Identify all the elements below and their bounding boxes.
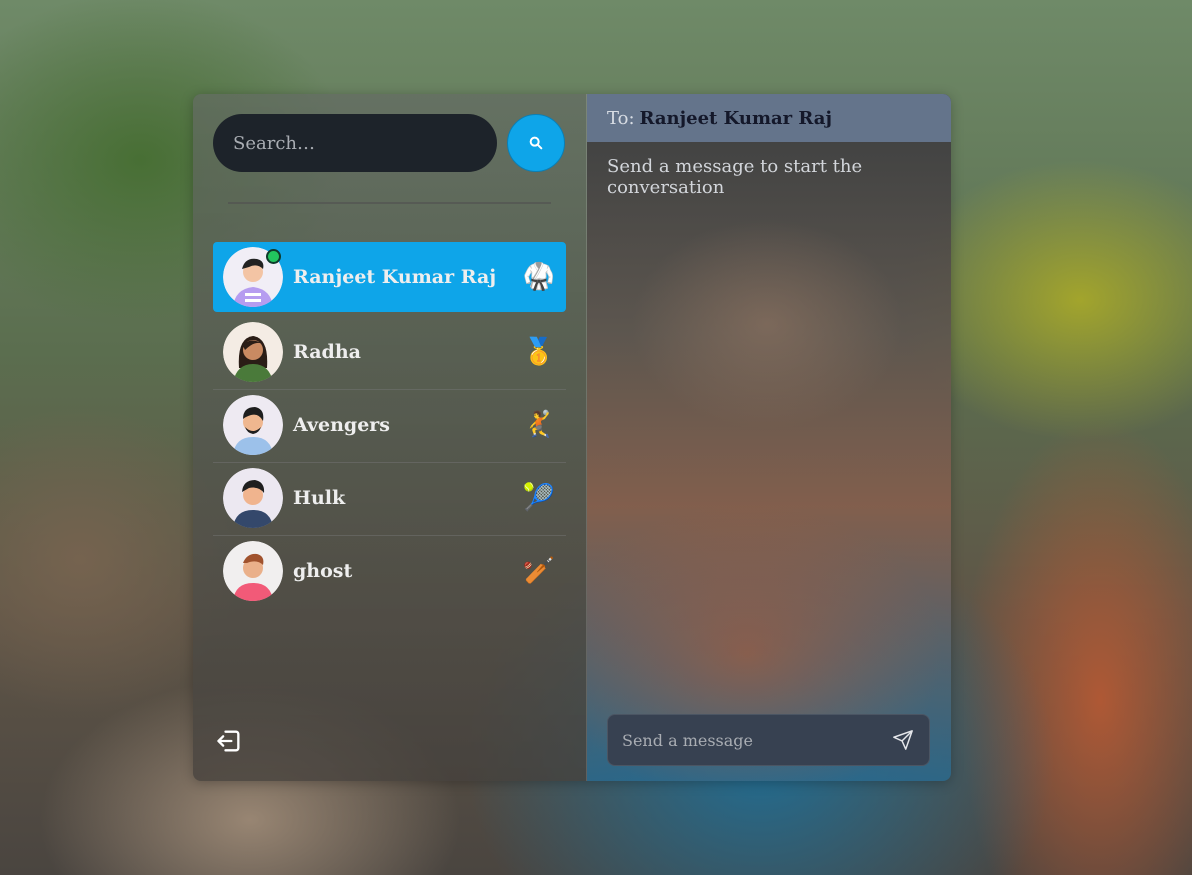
conversation-emoji: 🤾: [522, 410, 556, 440]
avatar: [223, 468, 283, 528]
conversation-item[interactable]: Ranjeet Kumar Raj 🥋: [213, 242, 566, 312]
message-input[interactable]: [608, 730, 883, 750]
recipient-name: Ranjeet Kumar Raj: [639, 107, 832, 129]
search-input[interactable]: [213, 114, 497, 172]
empty-conversation-message: Send a message to start the conversation: [607, 156, 863, 198]
conversation-item[interactable]: Hulk 🎾: [213, 463, 566, 533]
conversation-name: ghost: [293, 560, 353, 582]
message-input-form: [607, 714, 930, 766]
avatar: [223, 541, 283, 601]
conversation-emoji: 🏏: [522, 556, 556, 586]
search-button[interactable]: [507, 114, 565, 172]
conversation-name: Hulk: [293, 487, 346, 509]
conversation-name: Ranjeet Kumar Raj: [293, 266, 497, 288]
conversation-emoji: 🎾: [522, 483, 556, 513]
send-icon: [893, 730, 913, 750]
sidebar-divider: [228, 202, 551, 204]
search-form: [213, 114, 566, 172]
conversation-name: Avengers: [293, 414, 390, 436]
conversation-item[interactable]: Radha 🥇: [213, 317, 566, 387]
avatar: [223, 395, 283, 455]
avatar: [223, 247, 283, 307]
search-icon: [529, 136, 543, 150]
conversation-name: Radha: [293, 341, 361, 363]
sidebar: Ranjeet Kumar Raj 🥋 Radha 🥇: [193, 94, 587, 781]
conversation-item[interactable]: Avengers 🤾: [213, 390, 566, 460]
avatar: [223, 322, 283, 382]
chat-header: To: Ranjeet Kumar Raj: [587, 94, 951, 142]
to-label: To:: [607, 107, 635, 129]
conversation-emoji: 🥇: [522, 337, 556, 367]
logout-icon: [217, 730, 240, 752]
conversation-emoji: 🥋: [522, 262, 556, 292]
send-button[interactable]: [883, 720, 923, 760]
message-container: To: Ranjeet Kumar Raj Send a message to …: [587, 94, 951, 781]
logout-button[interactable]: [215, 727, 243, 759]
online-indicator: [266, 249, 281, 264]
chat-app-window: Ranjeet Kumar Raj 🥋 Radha 🥇: [193, 94, 951, 781]
conversation-list: Ranjeet Kumar Raj 🥋 Radha 🥇 Avengers 🤾 H…: [213, 242, 566, 606]
conversation-item[interactable]: ghost 🏏: [213, 536, 566, 606]
